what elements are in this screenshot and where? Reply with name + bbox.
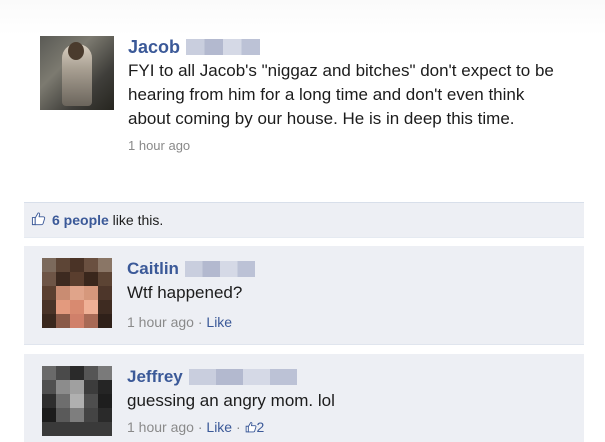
avatar-pixel <box>70 286 84 300</box>
avatar-pixel <box>56 394 70 408</box>
comment-item: Jeffrey guessing an angry mom. lol 1 hou… <box>24 354 584 442</box>
avatar-pixel <box>84 394 98 408</box>
comment-body: Caitlin Wtf happened? 1 hour ago · Like <box>127 258 567 331</box>
avatar-pixel <box>84 300 98 314</box>
comment-meta: 1 hour ago · Like · 2 <box>127 418 567 436</box>
avatar-pixel <box>42 314 56 328</box>
avatar-pixel <box>70 394 84 408</box>
meta-separator: · <box>193 314 207 330</box>
avatar-pixel <box>70 314 84 328</box>
avatar-pixel <box>98 380 112 394</box>
likes-suffix: like this. <box>108 212 164 228</box>
avatar-pixel <box>98 272 112 286</box>
avatar-pixel <box>98 258 112 272</box>
avatar-head <box>68 42 84 60</box>
story-frame: Jacob FYI to all Jacob's "niggaz and bit… <box>0 0 605 442</box>
avatar-pixel <box>98 314 112 328</box>
avatar-pixel <box>42 300 56 314</box>
comment-text: guessing an angry mom. lol <box>127 391 335 410</box>
avatar-pixel <box>56 258 70 272</box>
avatar-pixel <box>84 272 98 286</box>
thumbs-up-icon <box>245 422 256 433</box>
post-timestamp[interactable]: 1 hour ago <box>128 137 568 155</box>
comment-meta: 1 hour ago · Like <box>127 313 567 331</box>
avatar-pixel <box>42 380 56 394</box>
comment-like-count[interactable]: 2 <box>257 419 265 435</box>
avatar-pixel <box>70 366 84 380</box>
avatar-pixel <box>70 258 84 272</box>
likes-text: 6 people like this. <box>52 211 163 229</box>
redacted-surname <box>184 261 255 277</box>
avatar-pixel <box>42 366 56 380</box>
comment-timestamp[interactable]: 1 hour ago <box>127 419 194 435</box>
avatar-pixel <box>42 394 56 408</box>
avatar-pixel <box>84 366 98 380</box>
post-body: Jacob FYI to all Jacob's "niggaz and bit… <box>128 36 568 155</box>
comment-item: Caitlin Wtf happened? 1 hour ago · Like <box>24 246 584 345</box>
commenter-avatar[interactable] <box>42 366 112 436</box>
avatar-pixel <box>70 380 84 394</box>
post-author-avatar[interactable] <box>40 36 114 110</box>
avatar-pixel <box>42 408 56 422</box>
comment-timestamp[interactable]: 1 hour ago <box>127 314 194 330</box>
meta-separator: · <box>193 419 207 435</box>
avatar-pixel <box>98 300 112 314</box>
avatar-pixel <box>98 408 112 422</box>
avatar-pixel <box>70 408 84 422</box>
likes-count-link[interactable]: 6 people <box>52 212 109 228</box>
commenter-name[interactable]: Caitlin <box>127 258 179 280</box>
avatar-pixel <box>98 394 112 408</box>
avatar-pixel <box>84 380 98 394</box>
comment-text: Wtf happened? <box>127 283 243 302</box>
comment-like-link[interactable]: Like <box>206 419 232 435</box>
avatar-pixel <box>56 314 70 328</box>
commenter-name[interactable]: Jeffrey <box>127 366 183 388</box>
avatar-pixel <box>98 366 112 380</box>
avatar-pixel <box>70 272 84 286</box>
post-author-name[interactable]: Jacob <box>128 36 180 58</box>
avatar-pixel <box>84 258 98 272</box>
avatar-pixel <box>56 380 70 394</box>
post-text: FYI to all Jacob's "niggaz and bitches" … <box>128 61 554 128</box>
avatar-pixel <box>56 286 70 300</box>
comment-body: Jeffrey guessing an angry mom. lol 1 hou… <box>127 366 567 436</box>
avatar-pixel <box>56 272 70 286</box>
redacted-surname <box>188 369 297 385</box>
comment-like-link[interactable]: Like <box>206 314 232 330</box>
avatar-pixel <box>84 314 98 328</box>
avatar-pixel <box>84 286 98 300</box>
thumbs-up-icon <box>31 212 46 226</box>
likes-summary: 6 people like this. <box>24 202 584 238</box>
meta-separator: · <box>232 419 245 435</box>
avatar-pixel <box>42 258 56 272</box>
avatar-pixel <box>70 300 84 314</box>
commenter-avatar[interactable] <box>42 258 112 328</box>
avatar-pixel <box>98 286 112 300</box>
avatar-pixel <box>42 286 56 300</box>
avatar-pixel <box>84 408 98 422</box>
avatar-pixel <box>42 272 56 286</box>
redacted-surname <box>186 39 261 55</box>
avatar-pixel <box>56 366 70 380</box>
avatar-pixel <box>56 408 70 422</box>
avatar-pixel <box>56 300 70 314</box>
